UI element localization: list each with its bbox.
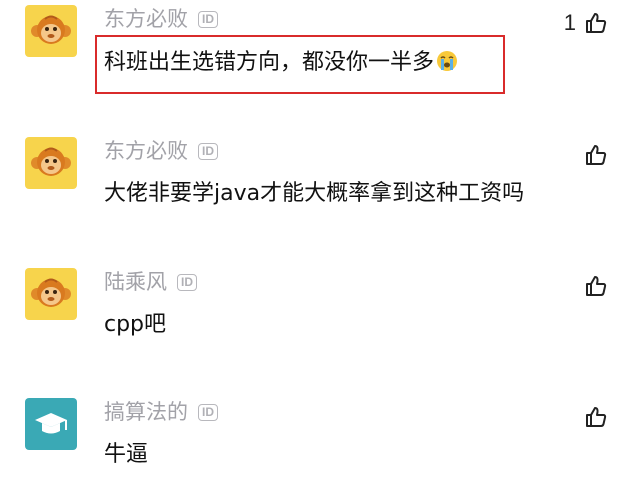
- monkey-icon: [25, 5, 77, 57]
- thumbs-up-icon: [586, 145, 607, 165]
- avatar[interactable]: [25, 137, 77, 189]
- id-badge: ID: [198, 10, 218, 28]
- comment-text: 牛逼: [104, 442, 149, 467]
- avatar[interactable]: [25, 268, 77, 320]
- like-button[interactable]: [576, 405, 608, 429]
- username[interactable]: 搞算法的: [104, 398, 188, 426]
- comment-text: cpp吧: [104, 312, 167, 337]
- like-count: 1: [563, 10, 576, 35]
- id-badge: ID: [177, 273, 197, 291]
- highlight-box: [95, 35, 505, 94]
- monkey-icon: [25, 268, 77, 320]
- graduation-cap-icon: [25, 398, 77, 450]
- like-button[interactable]: [576, 274, 608, 298]
- thumbs-up-icon: [586, 407, 607, 427]
- id-badge: ID: [198, 142, 218, 160]
- id-badge: ID: [198, 403, 218, 421]
- monkey-icon: [25, 137, 77, 189]
- username[interactable]: 陆乘风: [104, 268, 167, 296]
- thumbs-up-icon: [586, 13, 607, 33]
- comment-text: 大佬非要学java才能大概率拿到这种工资吗: [104, 181, 525, 206]
- avatar[interactable]: [25, 5, 77, 57]
- like-button[interactable]: 1: [564, 10, 608, 36]
- like-button[interactable]: [576, 143, 608, 167]
- avatar[interactable]: [25, 398, 77, 450]
- username[interactable]: 东方必败: [104, 137, 188, 165]
- thumbs-up-icon: [586, 276, 607, 296]
- username[interactable]: 东方必败: [104, 5, 188, 33]
